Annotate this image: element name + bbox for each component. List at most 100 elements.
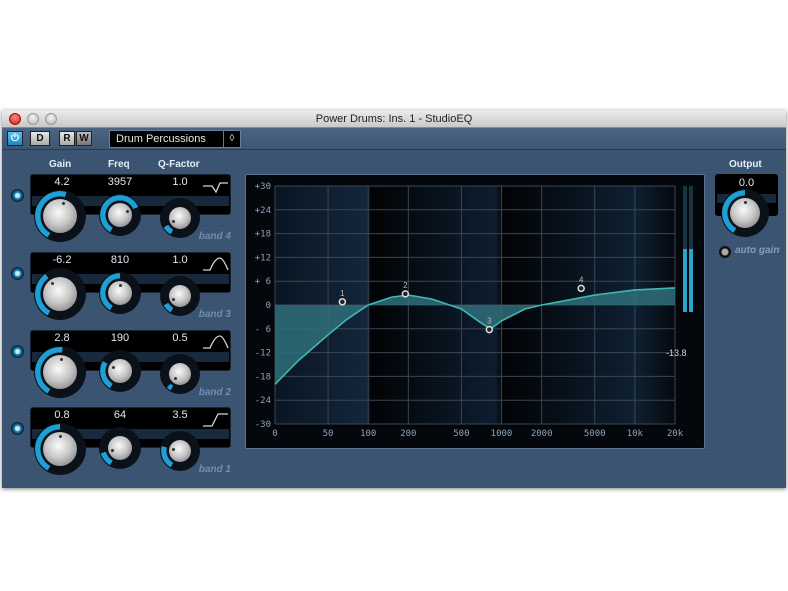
q-factor-knob[interactable]	[160, 198, 200, 238]
gain-value[interactable]: 0.8	[37, 409, 87, 421]
auto-gain-toggle[interactable]	[719, 246, 731, 258]
band-label: band 2	[198, 387, 231, 398]
y-tick-label: -30	[255, 420, 271, 430]
auto-gain-label: auto gain	[735, 245, 780, 256]
close-button[interactable]	[9, 113, 21, 125]
x-tick-label: 5000	[584, 429, 606, 439]
band-handle[interactable]: 1	[338, 289, 347, 306]
title-bar: Power Drums: Ins. 1 - StudioEQ	[2, 110, 786, 128]
band-label: band 1	[198, 464, 231, 475]
output-header: Output	[729, 159, 762, 170]
x-tick-label: 1000	[491, 429, 513, 439]
studioeq-window: Power Drums: Ins. 1 - StudioEQ ⏻ D R W D…	[2, 110, 786, 488]
band-1-controls: 0.8 64 3.5 band 1	[30, 407, 231, 477]
y-tick-label: + 6	[255, 277, 271, 287]
y-tick-label: -12	[255, 349, 271, 359]
meter-level-bar	[689, 249, 693, 312]
freq-knob[interactable]	[99, 272, 141, 314]
freq-value[interactable]: 190	[95, 332, 145, 344]
x-tick-label: 50	[323, 429, 334, 439]
gain-knob[interactable]	[34, 190, 86, 242]
q-factor-knob[interactable]	[160, 354, 200, 394]
x-tick-label: 20k	[667, 429, 684, 439]
gain-knob[interactable]	[34, 346, 86, 398]
output-value: 0.0	[738, 177, 755, 189]
eq-panel: Gain Freq Q-Factor Output 4.2 3957 1.0 b…	[2, 151, 786, 488]
band-label: band 4	[198, 231, 231, 242]
x-tick-label: 100	[360, 429, 376, 439]
preset-name: Drum Percussions	[116, 133, 206, 145]
x-tick-label: 200	[400, 429, 416, 439]
x-tick-label: 2000	[531, 429, 553, 439]
gain-knob[interactable]	[34, 423, 86, 475]
bypass-button[interactable]: D	[30, 131, 50, 146]
band-enable-button[interactable]	[11, 345, 24, 358]
filter-shape-icon[interactable]	[202, 256, 230, 274]
band-handle-label: 2	[403, 281, 408, 290]
freq-knob[interactable]	[99, 427, 141, 469]
y-tick-label: +12	[255, 253, 271, 263]
q-value[interactable]: 3.5	[155, 409, 205, 421]
q-value[interactable]: 1.0	[155, 176, 205, 188]
gain-knob[interactable]	[34, 268, 86, 320]
band-handle-dot	[338, 298, 347, 306]
q-factor-header: Q-Factor	[158, 159, 200, 170]
band-handle-dot	[577, 284, 585, 293]
band-label: band 3	[198, 309, 231, 320]
band-enable-button[interactable]	[11, 189, 24, 202]
power-button[interactable]: ⏻	[7, 131, 23, 146]
preset-selector[interactable]: Drum Percussions ◊	[109, 130, 241, 148]
freq-header: Freq	[108, 159, 130, 170]
band-handle-dot	[485, 325, 494, 334]
gain-value[interactable]: 2.8	[37, 332, 87, 344]
q-value[interactable]: 0.5	[155, 332, 205, 344]
freq-value[interactable]: 64	[95, 409, 145, 421]
band-handle[interactable]: 3	[485, 317, 494, 334]
band-enable-button[interactable]	[11, 267, 24, 280]
q-value[interactable]: 1.0	[155, 254, 205, 266]
eq-curve-display[interactable]: 0 50 100 200 500 1000 2000 5000 10k 20k +30 +24 +18 +…	[246, 175, 704, 448]
gain-value[interactable]: 4.2	[37, 176, 87, 188]
eq-graph[interactable]: 0 50 100 200 500 1000 2000 5000 10k 20k +30 +24 +18 +…	[245, 174, 705, 449]
y-tick-label: -18	[255, 372, 271, 382]
band-handle[interactable]: 2	[401, 281, 410, 298]
band-3-controls: -6.2 810 1.0 band 3	[30, 252, 231, 322]
band-2-controls: 2.8 190 0.5 band 2	[30, 330, 231, 400]
meter-level-bar	[683, 249, 687, 312]
gain-value[interactable]: -6.2	[37, 254, 87, 266]
filter-shape-icon[interactable]	[202, 411, 230, 429]
freq-knob[interactable]	[99, 350, 141, 392]
power-icon: ⏻	[11, 133, 19, 144]
filter-shape-icon[interactable]	[202, 334, 230, 352]
band-handle-label: 4	[579, 275, 584, 284]
y-tick-label: -24	[255, 396, 271, 406]
band-handle-label: 1	[340, 289, 345, 298]
window-title: Power Drums: Ins. 1 - StudioEQ	[315, 113, 473, 125]
y-tick-label: +18	[255, 230, 271, 240]
x-tick-label: 500	[453, 429, 469, 439]
y-tick-label: 0	[266, 301, 271, 311]
band-enable-button[interactable]	[11, 422, 24, 435]
minimize-button[interactable]	[27, 113, 39, 125]
band-handle-dot	[401, 290, 410, 298]
write-automation-button[interactable]: W	[76, 131, 92, 146]
q-factor-knob[interactable]	[160, 276, 200, 316]
filter-shape-icon[interactable]	[202, 178, 230, 196]
preset-menu-icon[interactable]: ◊	[223, 131, 240, 147]
x-tick-label: 10k	[627, 429, 644, 439]
read-automation-button[interactable]: R	[59, 131, 75, 146]
output-knob[interactable]	[721, 189, 769, 237]
gain-header: Gain	[49, 159, 72, 170]
freq-value[interactable]: 810	[95, 254, 145, 266]
q-factor-knob[interactable]	[160, 431, 200, 471]
y-tick-label: +24	[255, 206, 271, 216]
toolbar: ⏻ D R W Drum Percussions ◊	[2, 128, 786, 150]
freq-value[interactable]: 3957	[95, 176, 145, 188]
meter-readout: -13.8	[666, 348, 687, 358]
x-tick-label: 0	[272, 429, 277, 439]
y-tick-label: - 6	[255, 325, 271, 335]
band-handle[interactable]: 4	[577, 275, 585, 293]
zoom-button[interactable]	[45, 113, 57, 125]
freq-knob[interactable]	[99, 194, 141, 236]
band-4-controls: 4.2 3957 1.0 band 4	[30, 174, 231, 244]
